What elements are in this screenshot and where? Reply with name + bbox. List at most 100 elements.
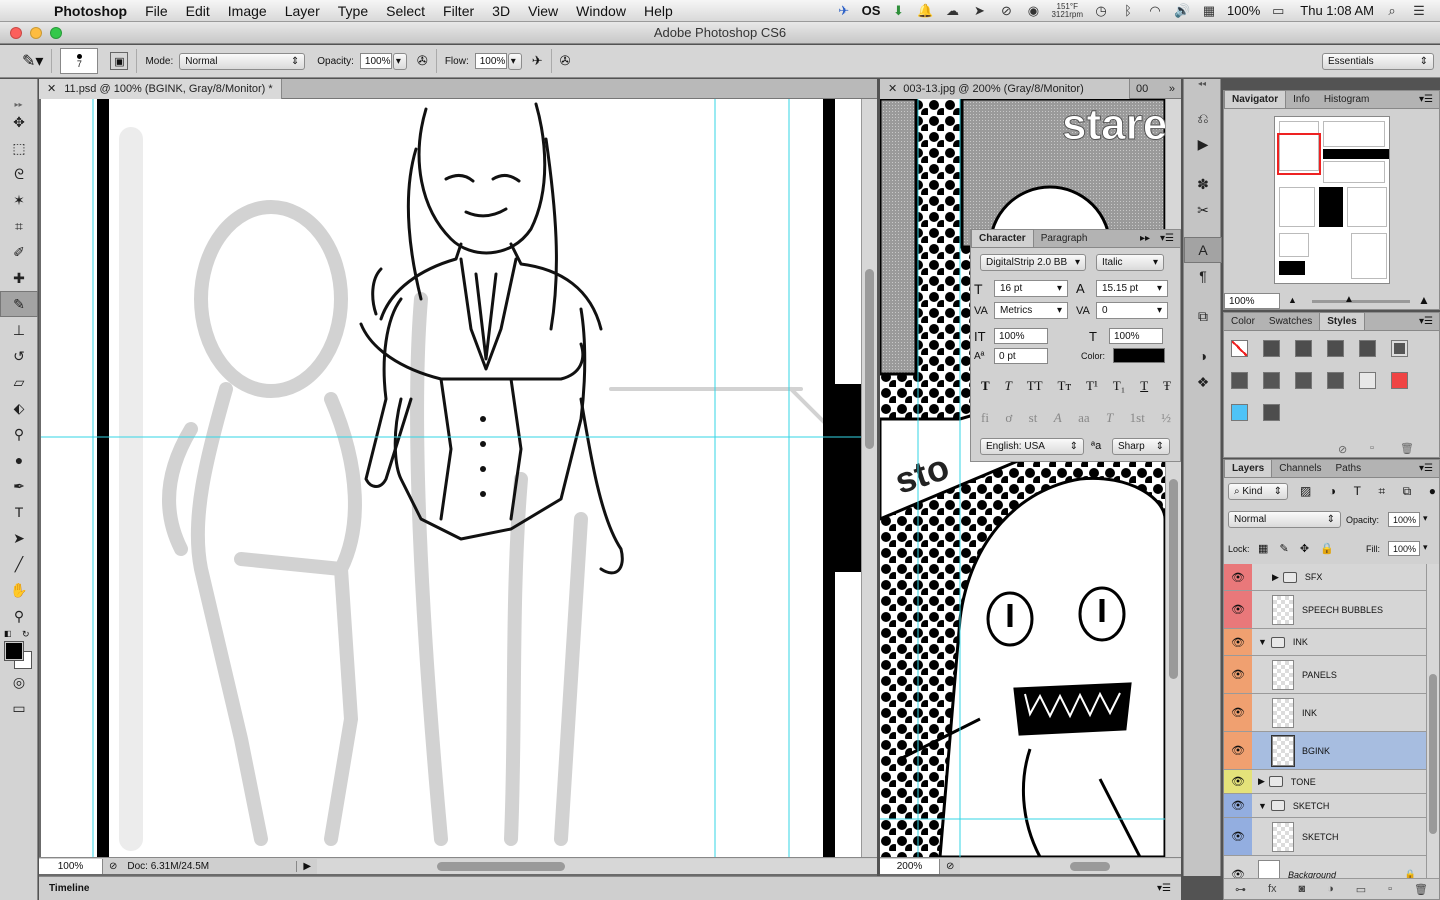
menu-app-name[interactable]: Photoshop [46, 3, 136, 19]
brush-presets-icon[interactable]: ✽ [1184, 171, 1222, 197]
tab-info[interactable]: Info [1286, 91, 1317, 108]
marquee-tool-icon[interactable]: ⬚ [0, 135, 38, 161]
brush-panel-toggle-icon[interactable]: ▣ [110, 52, 129, 70]
superscript-button[interactable]: T¹ [1086, 378, 1098, 394]
panel-menu-icon[interactable]: ▾☰ [1154, 230, 1180, 247]
visibility-eye-icon[interactable]: 👁 [1224, 770, 1252, 793]
delete-style-icon[interactable]: 🗑 [1400, 442, 1414, 455]
doc2-vertical-scroll-thumb[interactable] [1169, 479, 1178, 679]
doc1-zoom-icon[interactable]: ⊘ [109, 861, 117, 872]
collapse-group-icon[interactable]: ▼ [1258, 801, 1267, 811]
visibility-eye-icon[interactable]: 👁 [1224, 794, 1252, 817]
doc1-vertical-scroll-thumb[interactable] [865, 269, 874, 449]
style-none-swatch[interactable] [1231, 340, 1248, 357]
tab-navigator[interactable]: Navigator [1224, 90, 1287, 108]
foreground-color-swatch[interactable] [4, 641, 24, 661]
menu-filter[interactable]: Filter [434, 3, 483, 19]
doc1-canvas[interactable] [41, 99, 861, 857]
panel-menu-icon[interactable]: ▾☰ [1413, 313, 1439, 330]
text-color-swatch[interactable] [1113, 348, 1165, 363]
baseline-shift-field[interactable]: 0 pt [994, 348, 1048, 364]
panel-menu-icon[interactable]: ▾☰ [1413, 91, 1439, 108]
actions-panel-icon[interactable]: ▶ [1184, 131, 1222, 157]
magic-wand-tool-icon[interactable]: ✶ [0, 187, 38, 213]
layer-effects-icon[interactable]: fx [1268, 883, 1277, 895]
tab-channels[interactable]: Channels [1272, 460, 1328, 477]
tab-swatches[interactable]: Swatches [1262, 313, 1319, 330]
layer-row-sfx[interactable]: 👁 ▶ SFX [1224, 564, 1426, 591]
delete-layer-icon[interactable]: 🗑 [1414, 883, 1428, 896]
font-style-dropdown[interactable]: Italic ▾ [1096, 254, 1164, 271]
doc1-horizontal-scrollbar[interactable] [317, 858, 877, 874]
flow-dropdown-arrow[interactable]: ▾ [507, 52, 522, 70]
workspace-dropdown[interactable]: Essentials ⇕ [1322, 52, 1434, 70]
brush-size-picker[interactable]: 7 [60, 48, 99, 74]
character-panel-icon[interactable]: A [1184, 237, 1222, 263]
small-caps-button[interactable]: Tт [1058, 378, 1072, 394]
style-swatch[interactable] [1391, 340, 1408, 357]
adjustments-icon[interactable]: ◑ [1184, 343, 1222, 369]
pressure-opacity-icon[interactable]: ✇ [417, 53, 428, 69]
layer-row-bgink-selected[interactable]: 👁 BGINK [1224, 732, 1426, 770]
doc2-canvas[interactable]: stare sto [880, 99, 1165, 857]
tab-character[interactable]: Character [971, 229, 1034, 247]
dock-collapse-icon[interactable]: ◂◂ [1184, 79, 1220, 95]
layer-opacity-arrow[interactable]: ▾ [1423, 513, 1428, 524]
tab-styles[interactable]: Styles [1319, 312, 1365, 330]
prohibit-icon[interactable]: ⊘ [997, 3, 1015, 19]
history-panel-icon[interactable]: ⎌ [1184, 105, 1222, 131]
layer-filter-kind-dropdown[interactable]: ⌕ Kind ⇕ [1228, 483, 1288, 500]
visibility-eye-icon[interactable]: 👁 [1224, 856, 1252, 878]
path-selection-tool-icon[interactable]: ➤ [0, 525, 38, 551]
doc1-horizontal-scroll-thumb[interactable] [437, 861, 566, 871]
layer-fill-field[interactable]: 100% [1388, 541, 1420, 556]
default-colors-icon[interactable]: ◧ [4, 629, 12, 638]
lasso-tool-icon[interactable]: ᘓ [0, 161, 38, 187]
tool-presets-icon[interactable]: ✂ [1184, 197, 1222, 223]
navigator-preview[interactable] [1274, 116, 1390, 284]
clone-stamp-tool-icon[interactable]: ⊥ [0, 317, 38, 343]
menu-help[interactable]: Help [635, 3, 682, 19]
visibility-eye-icon[interactable]: 👁 [1224, 591, 1252, 628]
swap-colors-icon[interactable]: ↻ [22, 629, 30, 640]
kerning-dropdown[interactable]: Metrics ▾ [994, 302, 1068, 319]
notification-list-icon[interactable]: ☰ [1410, 3, 1428, 19]
more-tabs-icon[interactable]: » [1169, 83, 1175, 95]
doc2-vertical-scrollbar[interactable] [1165, 99, 1181, 857]
style-swatch[interactable] [1359, 372, 1376, 389]
visibility-eye-icon[interactable]: 👁 [1224, 564, 1252, 590]
doc2-zoom-icon[interactable]: ⊘ [946, 861, 954, 872]
menu-window[interactable]: Window [567, 3, 635, 19]
visibility-eye-icon[interactable]: 👁 [1224, 732, 1252, 769]
visibility-eye-icon[interactable]: 👁 [1224, 818, 1252, 855]
discretionary-ligature-button[interactable]: ơ [1005, 410, 1012, 426]
new-group-icon[interactable]: ▭ [1356, 883, 1366, 896]
alternate-ligature-button[interactable]: st [1029, 410, 1038, 426]
lock-image-icon[interactable]: ✎ [1280, 542, 1289, 555]
font-family-dropdown[interactable]: DigitalStrip 2.0 BB ▾ [980, 254, 1086, 271]
calendar-icon[interactable]: ▦ [1200, 3, 1218, 19]
filter-smart-object-icon[interactable]: ⧉ [1403, 484, 1412, 499]
tab-paths[interactable]: Paths [1329, 460, 1369, 477]
lock-position-icon[interactable]: ✥ [1300, 542, 1309, 555]
add-mask-icon[interactable]: ◙ [1298, 883, 1305, 895]
lock-transparent-icon[interactable]: ▦ [1258, 542, 1268, 555]
visibility-eye-icon[interactable]: 👁 [1224, 694, 1252, 731]
filter-type-icon[interactable]: T [1354, 484, 1361, 499]
os-badge[interactable]: OS [862, 3, 881, 18]
volume-icon[interactable]: 🔊 [1173, 3, 1191, 19]
wifi-icon[interactable]: ◠ [1146, 3, 1164, 19]
tab-color[interactable]: Color [1224, 313, 1262, 330]
filter-toggle-icon[interactable]: ● [1429, 484, 1436, 499]
doc2-tab[interactable]: ✕ 003-13.jpg @ 200% (Gray/8/Monitor) [880, 78, 1130, 99]
screen-mode-icon[interactable]: ▭ [0, 695, 38, 721]
zoom-window-button[interactable] [50, 27, 62, 39]
quick-mask-icon[interactable]: ◎ [0, 669, 38, 695]
menu-view[interactable]: View [519, 3, 567, 19]
clear-style-icon[interactable]: ⊘ [1338, 443, 1347, 456]
layer-row-ink[interactable]: 👁 INK [1224, 694, 1426, 732]
pressure-size-icon[interactable]: ✇ [560, 53, 571, 69]
hand-tool-icon[interactable]: ✋ [0, 577, 38, 603]
layer-row-tone[interactable]: 👁 ▶ TONE [1224, 770, 1426, 794]
clone-source-icon[interactable]: ⧉ [1184, 303, 1222, 329]
